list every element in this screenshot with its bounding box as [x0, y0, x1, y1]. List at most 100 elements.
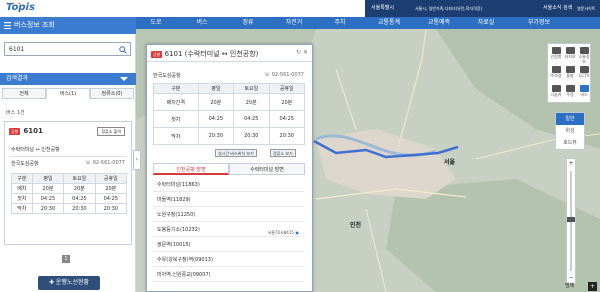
tool-8[interactable]: 주정 [563, 84, 577, 98]
direction-tabs: 인천공항 방면 수락터미널 방면 [153, 163, 305, 175]
popup-tel: ☏ 02-561-0077 [264, 72, 304, 78]
tool-9-label: 버스 [580, 92, 588, 97]
stop-print-button[interactable]: 정류소 출력 [97, 127, 125, 136]
layer-satellite[interactable]: 위성 [556, 125, 584, 137]
list-item[interactable]: 마들역(11829) [153, 194, 305, 207]
bus-number[interactable]: 6101 [23, 127, 42, 135]
tool-1-icon [551, 47, 561, 54]
tab-incheon-direction[interactable]: 인천공항 방면 [153, 163, 229, 175]
link-english[interactable]: 영문사이트 [577, 0, 595, 17]
route-status-button[interactable]: ✚ 운행노선현황 [38, 276, 100, 290]
table-header: 평일 [197, 83, 235, 94]
table-cell: 20분 [63, 183, 96, 194]
table-header: 공휴일 [94, 173, 128, 184]
tool-1[interactable]: 인정항 [549, 46, 563, 60]
nav-forecast[interactable]: 교통예측 [416, 17, 462, 29]
table-header: 토요일 [63, 173, 96, 184]
tool-7-icon [551, 85, 561, 92]
search-icon[interactable] [119, 46, 127, 54]
map-legend-label[interactable]: 범례 [565, 282, 574, 289]
seoul-bar: 서울특별시 서울시, 일반가족,다자녀(유턴,학자격증) 서울소식 검색 영문사… [365, 0, 600, 17]
zoom-slider-handle[interactable] [567, 217, 575, 222]
popup-company: 한국도심공항 [153, 73, 181, 79]
list-item[interactable]: 도봉등기소(10232) 서울70사8415 ▣ [153, 224, 305, 237]
table-cell: 20분 [268, 93, 306, 111]
layer-roadview[interactable]: 로드뷰 [556, 137, 584, 149]
table-header: 구분 [153, 83, 199, 94]
list-item[interactable]: 미아역.신원중교(09007) [153, 269, 305, 282]
link-search[interactable]: 검색 [563, 0, 572, 17]
airport-badge: 공항 [9, 128, 21, 135]
bus-result-card[interactable]: 공항 6101 정류소 출력 수락터미널 ↔ 인천공항 한국도심공항 ☏ 02-5… [4, 121, 132, 245]
page-number[interactable]: 1 [62, 255, 70, 263]
popup-header: 공항 6101 (수락터미널 ↔ 인천공항) ↻ ✕ [147, 45, 312, 62]
bus-position-badge: 서울70사8415 ▣ [268, 226, 299, 239]
tab-bus[interactable]: 버스(1) [46, 88, 90, 99]
tool-6-icon [579, 66, 589, 73]
tool-5[interactable]: 돌발 [563, 65, 577, 79]
zoom-in-button[interactable]: + [567, 160, 575, 168]
tab-surak-direction[interactable]: 수락터미널 방면 [229, 163, 305, 175]
seoul-logo[interactable]: 서울특별시 [371, 0, 394, 17]
popup-title: 공항 6101 (수락터미널 ↔ 인천공항) [151, 49, 258, 59]
list-item[interactable]: 수유(강북구청)역(09013) [153, 254, 305, 267]
refresh-icon[interactable]: ↻ [296, 49, 301, 56]
table-cell: 20:30 [233, 127, 270, 145]
tab-stop[interactable]: 정류소(0) [90, 88, 134, 99]
nav-parking[interactable]: 주차 [320, 17, 360, 29]
table-cell: 20분 [94, 183, 128, 194]
results-label: 검색결과 [6, 75, 29, 82]
nav-extra[interactable]: 부가정보 [514, 17, 564, 29]
close-icon[interactable]: ✕ [303, 49, 308, 56]
tab-all[interactable]: 전체 [2, 88, 46, 99]
seoul-links[interactable]: 서울시, 일반가족,다자녀(유턴,학자격증) [415, 0, 482, 17]
nav-stop[interactable]: 정류 [228, 17, 268, 29]
tool-2[interactable]: 자치보 [563, 46, 577, 60]
table-cell: 20:30 [268, 127, 306, 145]
logo-dots: • • • [6, 1, 22, 6]
link-news[interactable]: 서울소식 [543, 0, 561, 17]
list-item[interactable]: 노원구청(11250) [153, 209, 305, 222]
table-cell: 20:30 [63, 203, 96, 214]
chevron-left-icon: ‹ [135, 156, 139, 163]
table-cell: 20분 [31, 183, 65, 194]
popup-controls: ↻ ✕ [296, 49, 308, 56]
nav-stats[interactable]: 교통통계 [366, 17, 412, 29]
panel-title-text: 버스정보 조회 [14, 21, 55, 29]
nav-bike[interactable]: 자전거 [274, 17, 314, 29]
table-cell: 배차 [11, 183, 33, 194]
nav-bus[interactable]: 버스 [182, 17, 222, 29]
tool-9[interactable]: 버스 [577, 84, 591, 98]
list-item[interactable]: 수락터미널(11863) [153, 179, 305, 192]
divider [9, 156, 127, 157]
nav-archive[interactable]: 자료실 [466, 17, 506, 29]
stop-name: 미아역.신원중교(09007) [157, 272, 211, 278]
nav-road[interactable]: 도로 [136, 17, 176, 29]
bus-route: 수락터미널 ↔ 인천공항 [11, 147, 60, 153]
bus-detail-popup: 공항 6101 (수락터미널 ↔ 인천공항) ↻ ✕ 한국도심공항 ☏ 02-5… [146, 44, 313, 292]
realtime-location-button[interactable]: 실시간 버스위치 보기 [215, 149, 257, 157]
table-header: 평일 [31, 173, 65, 184]
bus-number-row: 공항 6101 [9, 127, 43, 135]
menu-icon[interactable] [4, 22, 11, 29]
tool-6[interactable]: CCTV [577, 65, 591, 79]
table-cell: 04:25 [268, 110, 306, 128]
popup-schedule-table: 구분 평일 토요일 공휴일 배차간격 20분 20분 20분 첫차 04:25 … [153, 83, 306, 145]
topis-logo[interactable]: • • • Topis [6, 1, 46, 15]
view-stops-button[interactable]: 정류소 보기 [270, 149, 296, 157]
layer-normal[interactable]: 일반 [556, 113, 584, 125]
tool-7[interactable]: 나눔카 [549, 84, 563, 98]
company-tel: ☏ 02-561-0077 [85, 160, 125, 166]
results-header[interactable]: 검색결과 [0, 73, 136, 85]
panel-collapse-handle[interactable]: ‹ [133, 150, 141, 170]
map-minimize-button[interactable]: + [588, 282, 597, 291]
table-cell: 첫차 [11, 193, 33, 204]
tool-4[interactable]: 주차장 [549, 65, 563, 79]
schedule-table: 구분 평일 토요일 공휴일 배차 20분 20분 20분 첫차 04:25 04… [11, 173, 128, 214]
tool-2-label: 자치보 [564, 54, 576, 59]
search-input[interactable]: 6101 [4, 42, 131, 56]
list-item[interactable]: 쌍문역(10015) [153, 239, 305, 252]
zoom-out-button[interactable]: − [567, 274, 575, 282]
tool-3[interactable]: 소통정보 [577, 46, 591, 64]
table-cell: 배차간격 [153, 93, 199, 111]
